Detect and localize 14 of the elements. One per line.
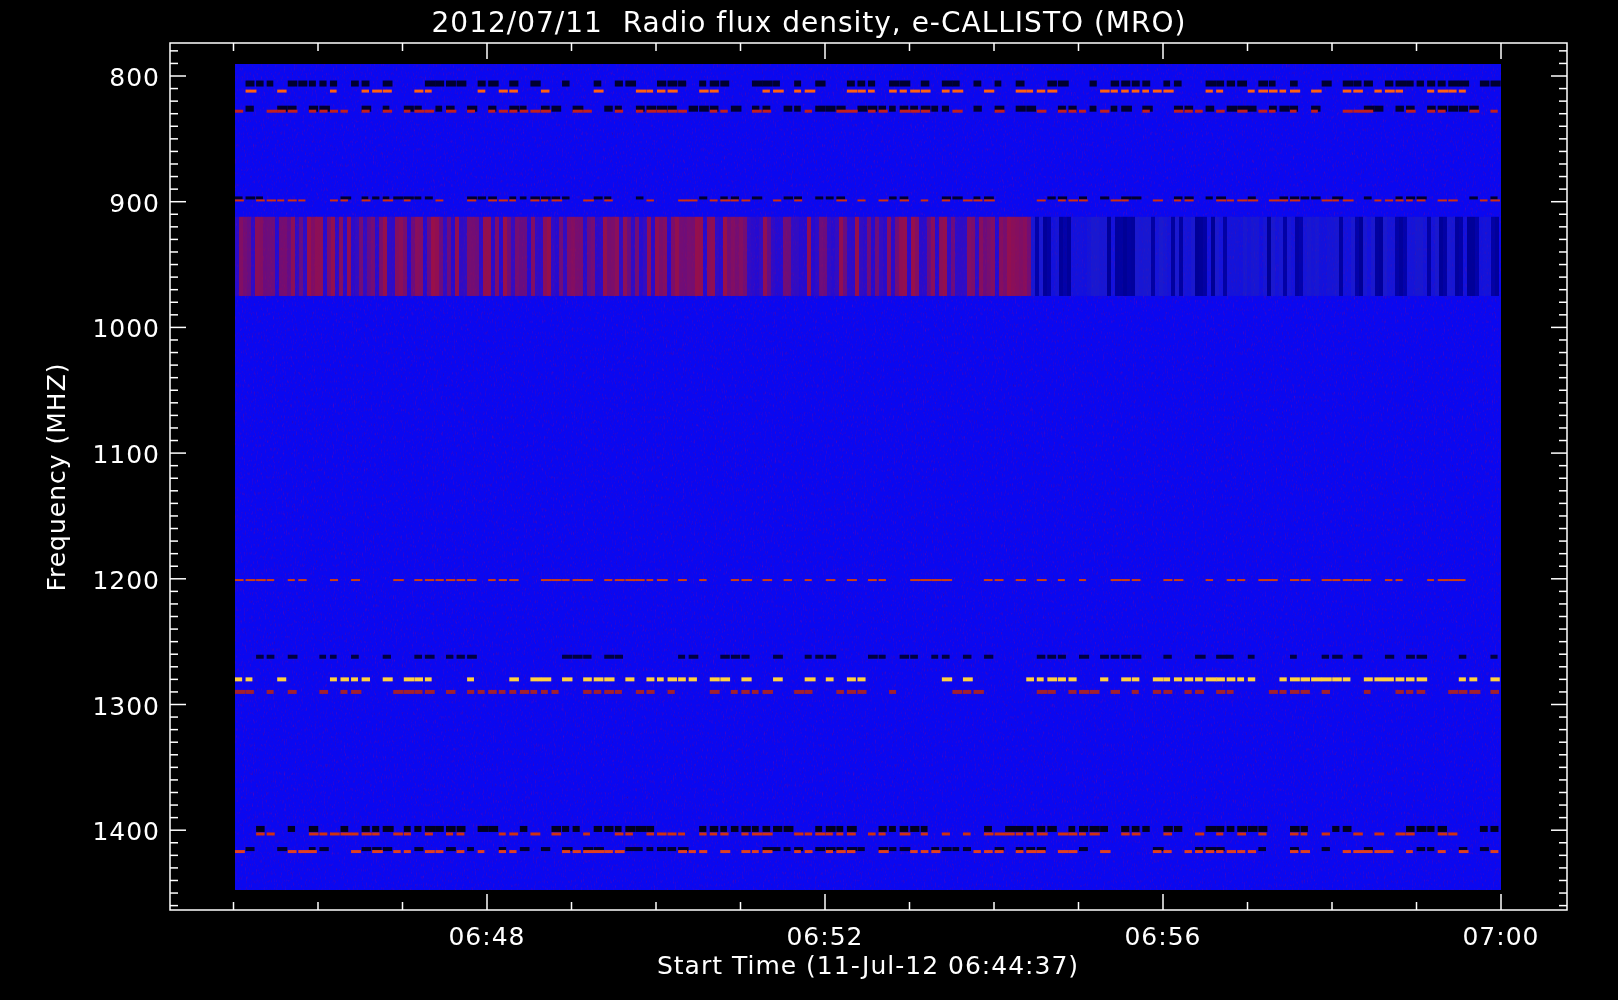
y-tick-label: 1300 <box>92 691 160 721</box>
y-tick-label: 1000 <box>92 314 160 344</box>
y-tick-label: 900 <box>109 188 160 218</box>
x-tick-label: 06:48 <box>448 922 526 951</box>
x-axis-label: Start Time (11-Jul-12 06:44:37) <box>656 951 1080 980</box>
y-tick-label: 800 <box>109 63 160 92</box>
x-tick-label: 06:52 <box>786 922 864 951</box>
y-tick-label: 1100 <box>92 440 160 470</box>
y-axis-label: Frequency (MHZ) <box>42 362 71 592</box>
chart-title: 2012/07/11 Radio flux density, e-CALLISTO (MRO) <box>431 6 1187 39</box>
y-tick-label: 1400 <box>92 817 160 847</box>
y-tick-label: 1200 <box>92 565 160 595</box>
x-tick-label: 06:56 <box>1124 922 1202 951</box>
x-tick-label: 07:00 <box>1462 922 1540 951</box>
